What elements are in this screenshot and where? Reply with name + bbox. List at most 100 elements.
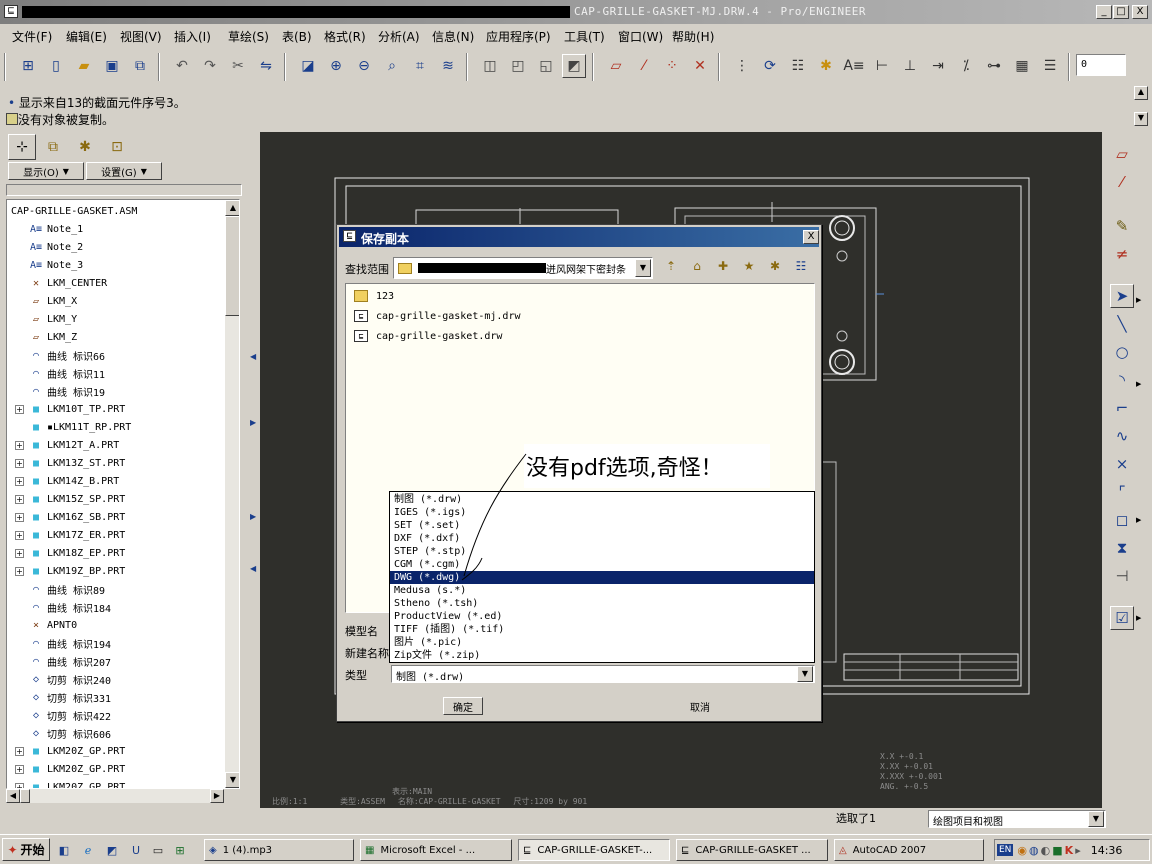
tree-item[interactable]: ◇ 切剪 标识422 (29, 706, 111, 724)
new-file-icon[interactable]: ▯ (44, 54, 68, 78)
regenerate-icon[interactable]: ⟳ (758, 54, 782, 78)
quicklaunch-desktop-icon[interactable]: ▭ (150, 842, 166, 858)
mirror-tool-icon[interactable]: ⧗ (1110, 536, 1134, 560)
point-tool-icon[interactable]: × (1110, 452, 1134, 476)
tray-app-icon[interactable]: ■ (1052, 844, 1062, 857)
tree-item[interactable]: ■ ▪LKM11T_RP.PRT (29, 418, 131, 436)
csys-display-icon[interactable]: ✕ (688, 54, 712, 78)
expand-node-icon[interactable]: + (15, 477, 24, 486)
minimize-button[interactable]: _ (1096, 5, 1112, 19)
tree-item[interactable]: ▱ LKM_Y (29, 310, 77, 328)
expand-node-icon[interactable]: + (15, 441, 24, 450)
expand-node-icon[interactable]: + (15, 531, 24, 540)
type-dropdown-icon[interactable]: ▼ (797, 666, 813, 682)
tree-item[interactable]: ◇ 切剪 标识331 (29, 688, 111, 706)
chamfer-tool-icon[interactable]: ⌜ (1110, 480, 1134, 504)
scroll-right-icon[interactable]: ▶ (210, 789, 224, 803)
quicklaunch-app-icon[interactable]: ◧ (56, 842, 72, 858)
redo-icon[interactable]: ↷ (198, 54, 222, 78)
copy-icon[interactable]: ⇋ (254, 54, 278, 78)
tree-root[interactable]: CAP-GRILLE-GASKET.ASM (11, 202, 137, 220)
circle-tool-icon[interactable]: ○ (1110, 340, 1134, 364)
quicklaunch-app-icon[interactable]: ⊞ (172, 842, 188, 858)
tree-item[interactable]: A≡ Note_1 (29, 220, 83, 238)
save-copy-icon[interactable]: ⧉ (128, 54, 152, 78)
menu-analysis[interactable]: 分析(A) (378, 28, 420, 45)
repeat-region-icon[interactable]: ☰ (1038, 54, 1062, 78)
tree-scrollbar[interactable]: ▲ ▼ (225, 200, 239, 788)
app-icon[interactable]: ⊑ (4, 5, 18, 18)
table-icon[interactable]: ☷ (786, 54, 810, 78)
menu-applications[interactable]: 应用程序(P) (486, 28, 551, 45)
model-tree-tab-icon[interactable]: ⊹ (8, 134, 36, 160)
type-option[interactable]: 图片 (*.pic) (390, 636, 814, 649)
maximize-button[interactable]: □ (1113, 5, 1129, 19)
folder-browser-tab-icon[interactable]: ⧉ (40, 136, 66, 160)
scroll-down-icon[interactable]: ▼ (1134, 112, 1148, 126)
task-autocad[interactable]: ◬ AutoCAD 2007 (834, 839, 984, 861)
tree-item[interactable]: A≡ Note_3 (29, 256, 83, 274)
menu-tools[interactable]: 工具(T) (564, 28, 605, 45)
tree-item[interactable]: ⌒ 曲线 标识11 (29, 364, 105, 382)
quicklaunch-ie-icon[interactable]: ℯ (80, 842, 96, 858)
in-session-icon[interactable]: ✱ (765, 259, 785, 277)
tree-item[interactable]: × APNT0 (29, 616, 77, 634)
save-icon[interactable]: ▣ (100, 54, 124, 78)
datum-plane-display-icon[interactable]: ▱ (604, 54, 628, 78)
task-excel[interactable]: ▦ Microsoft Excel - ... (360, 839, 512, 861)
tree-item[interactable]: ⌒ 曲线 标识194 (29, 634, 111, 652)
menu-sketch[interactable]: 草绘(S) (228, 28, 269, 45)
tree-item[interactable]: ■ LKM20Z_GP.PRT (29, 778, 125, 789)
type-option[interactable]: TIFF (插图) (*.tif) (390, 623, 814, 636)
language-indicator[interactable]: EN (997, 844, 1014, 856)
connections-tab-icon[interactable]: ⊡ (104, 136, 130, 160)
tray-app-icon[interactable]: ▸ (1075, 844, 1081, 857)
align-icon[interactable]: ⇥ (926, 54, 950, 78)
settings-dropdown[interactable]: 设置(G) ▼ (86, 162, 162, 180)
fillet-tool-icon[interactable]: ⌐ (1110, 396, 1134, 420)
tree-item[interactable]: ⌒ 曲线 标识66 (29, 346, 105, 364)
tree-item[interactable]: ■ LKM20Z_GP.PRT (29, 742, 125, 760)
expand-node-icon[interactable]: + (15, 513, 24, 522)
quicklaunch-app-icon[interactable]: U (128, 842, 144, 858)
show-erase-icon[interactable]: ✱ (814, 54, 838, 78)
spin-input[interactable]: 0 (1076, 54, 1126, 76)
flyout-arrow-icon[interactable]: ▶ (1136, 614, 1141, 622)
zoom-out-icon[interactable]: ⊖ (352, 54, 376, 78)
wireframe-icon[interactable]: ◫ (478, 54, 502, 78)
tree-item[interactable]: ▱ LKM_Z (29, 328, 77, 346)
tree-item[interactable]: ■ LKM12T_A.PRT (29, 436, 119, 454)
no-hidden-icon[interactable]: ◱ (534, 54, 558, 78)
tree-item[interactable]: ◇ 切剪 标识606 (29, 724, 111, 742)
type-option[interactable]: ProductView (*.ed) (390, 610, 814, 623)
type-combo[interactable]: 制图 (*.drw) (391, 665, 815, 683)
lookin-dropdown-icon[interactable]: ▼ (635, 259, 651, 277)
type-option[interactable]: Stheno (*.tsh) (390, 597, 814, 610)
tree-item[interactable]: ⌒ 曲线 标识89 (29, 580, 105, 598)
tree-item[interactable]: ■ LKM13Z_ST.PRT (29, 454, 125, 472)
tree-item[interactable]: ⌒ 曲线 标识19 (29, 382, 105, 400)
menu-format[interactable]: 格式(R) (324, 28, 366, 45)
flyout-arrow-icon[interactable]: ▶ (1136, 516, 1141, 524)
tree-item[interactable]: A≡ Note_2 (29, 238, 83, 256)
file-item[interactable]: 123 (354, 286, 818, 306)
scroll-up-icon[interactable]: ▲ (225, 200, 239, 216)
layers-icon[interactable]: ≋ (436, 54, 460, 78)
open-folder-icon[interactable]: ▰ (72, 54, 96, 78)
line-tool-icon[interactable]: ╲ (1110, 312, 1134, 336)
tray-network-icon[interactable]: ◍ (1029, 844, 1039, 857)
dialog-title-bar[interactable]: ⊑ 保存副本 X (339, 227, 819, 247)
sheet-menu-icon[interactable]: ⋮ (730, 54, 754, 78)
expand-node-icon[interactable]: + (15, 459, 24, 468)
expand-node-icon[interactable]: + (15, 765, 24, 774)
up-folder-icon[interactable]: ⇡ (661, 259, 681, 277)
filter-dropdown-icon[interactable]: ▼ (1088, 811, 1104, 827)
datum-target-icon[interactable]: ⊶ (982, 54, 1006, 78)
tree-item[interactable]: ■ LKM10T_TP.PRT (29, 400, 125, 418)
hscroll-thumb[interactable] (20, 789, 30, 803)
tree-item[interactable]: ■ LKM20Z_GP.PRT (29, 760, 125, 778)
saved-view-icon[interactable]: ⌗ (408, 54, 432, 78)
tree-item[interactable]: ■ LKM14Z_B.PRT (29, 472, 119, 490)
scroll-up-icon[interactable]: ▲ (1134, 86, 1148, 100)
tolerance-icon[interactable]: ⁒ (954, 54, 978, 78)
